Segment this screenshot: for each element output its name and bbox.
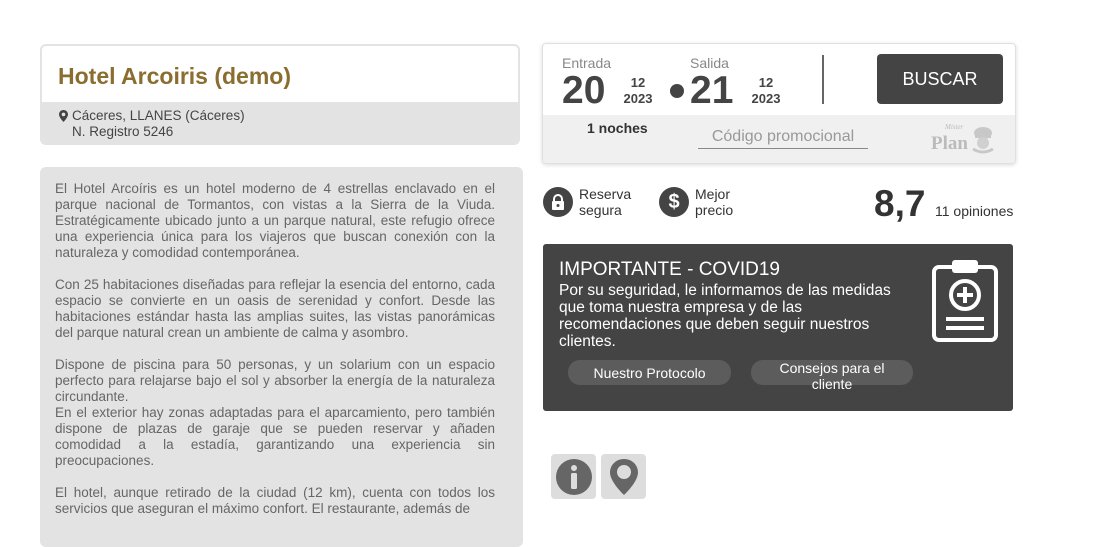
advice-button[interactable]: Consejos para el cliente xyxy=(751,360,913,392)
covid-title: IMPORTANTE - COVID19 xyxy=(559,259,780,280)
location-pin-icon xyxy=(609,458,638,495)
covid-notice: IMPORTANTE - COVID19 Por su seguridad, l… xyxy=(543,244,1013,411)
checkin-month: 12 xyxy=(630,75,646,90)
covid-text: Por su seguridad, le informamos de las m… xyxy=(559,282,891,350)
lock-icon xyxy=(543,187,573,217)
date-separator-dot xyxy=(670,84,684,98)
nights-count: 1 noches xyxy=(587,120,648,136)
hotel-meta: Cáceres, LLANES (Cáceres) N. Registro 52… xyxy=(42,102,518,143)
booking-widget: Entrada 20 12 2023 Salida 21 12 2023 BUS… xyxy=(542,43,1016,164)
checkout-year: 2023 xyxy=(751,91,781,106)
price-line1: Mejor xyxy=(695,186,731,202)
secure-booking-badge: Reserva segura xyxy=(543,186,631,218)
best-price-badge: $ Mejor precio xyxy=(659,186,733,218)
hotel-description: El Hotel Arcoíris es un hotel moderno de… xyxy=(40,167,523,547)
hotel-card: Hotel Arcoiris (demo) Cáceres, LLANES (C… xyxy=(40,44,520,145)
description-paragraph: Con 25 habitaciones diseñadas para refle… xyxy=(55,277,495,340)
logo-text-top: Mister xyxy=(944,123,964,131)
info-icon xyxy=(555,458,592,495)
checkin-year: 2023 xyxy=(623,91,653,106)
hotel-location: Cáceres, LLANES (Cáceres) xyxy=(72,108,245,123)
location-button[interactable] xyxy=(601,454,646,499)
logo-text: Plan xyxy=(931,133,968,154)
booking-options: 1 noches Mister Plan xyxy=(543,115,1015,163)
promo-code-input[interactable] xyxy=(698,126,868,149)
misterplan-logo: Mister Plan xyxy=(931,123,994,154)
map-pin-icon xyxy=(56,110,70,122)
description-paragraph: El Hotel Arcoíris es un hotel moderno de… xyxy=(55,181,495,260)
search-button[interactable]: BUSCAR xyxy=(877,54,1003,104)
rating-score: 8,7 xyxy=(874,183,926,224)
protocol-button[interactable]: Nuestro Protocolo xyxy=(568,360,731,385)
divider xyxy=(822,55,824,104)
secure-line2: segura xyxy=(579,202,622,218)
info-button[interactable] xyxy=(551,454,596,499)
hotel-registry: N. Registro 5246 xyxy=(72,124,174,139)
medical-clipboard-icon xyxy=(932,260,998,342)
checkin-day: 20 xyxy=(562,69,606,112)
description-paragraph: Dispone de piscina para 50 personas, y u… xyxy=(55,357,495,468)
rating-opinions[interactable]: 11 opiniones xyxy=(935,203,1013,219)
checkout-month: 12 xyxy=(758,75,774,90)
hotel-name: Hotel Arcoiris (demo) xyxy=(58,63,292,89)
dollar-icon: $ xyxy=(659,187,689,217)
price-line2: precio xyxy=(695,202,734,218)
description-paragraph: El hotel, aunque retirado de la ciudad (… xyxy=(55,485,495,516)
secure-line1: Reserva xyxy=(579,186,632,202)
checkout-day: 21 xyxy=(690,69,734,112)
